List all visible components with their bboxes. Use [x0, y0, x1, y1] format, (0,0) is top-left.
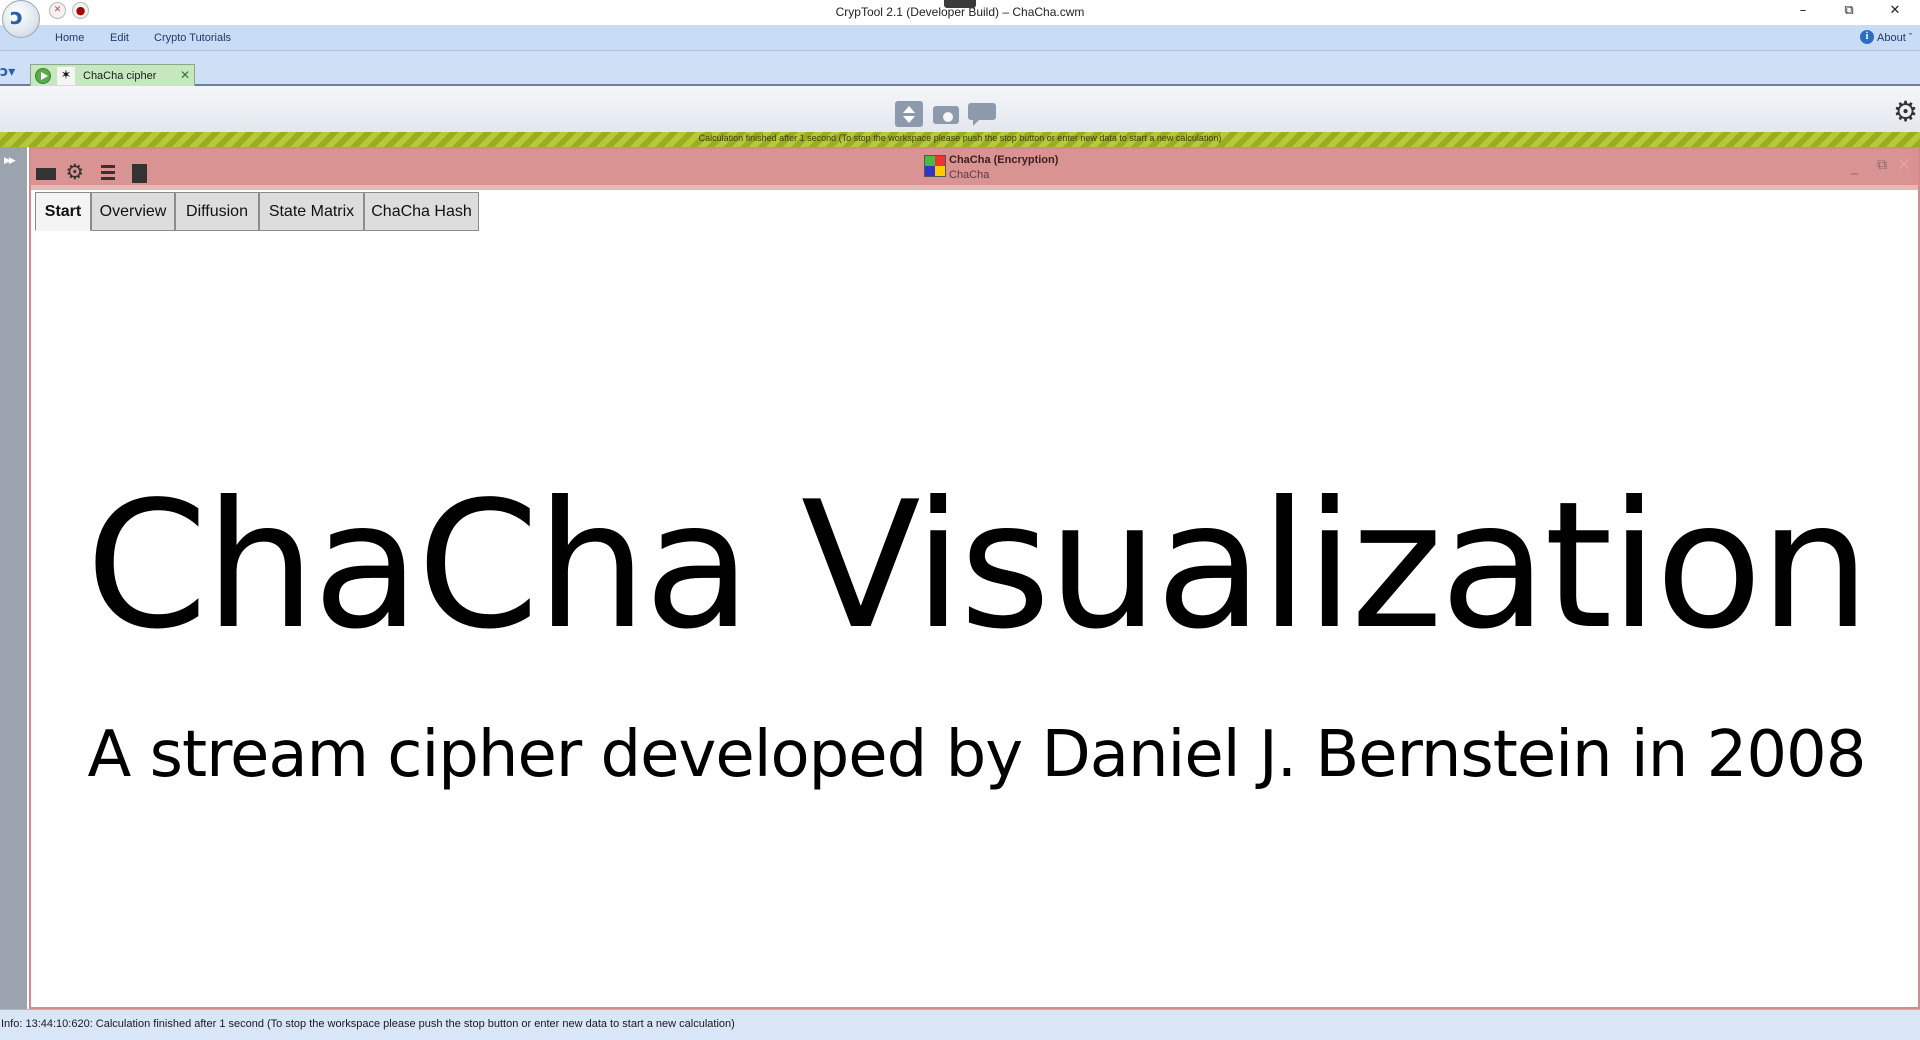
camera-icon[interactable] [932, 101, 960, 127]
title-bar: ✕ ● CrypTool 2.1 (Developer Build) – Cha… [0, 0, 1920, 25]
close-button[interactable]: ✕ [1872, 0, 1918, 24]
plugin-close-icon[interactable]: ✕ [1897, 155, 1911, 175]
plugin-minimize-icon[interactable]: _ [1851, 159, 1858, 175]
dancer-icon: ✶ [57, 67, 75, 85]
plugin-view-tools: ⚙ [34, 161, 152, 183]
tab-state-matrix[interactable]: State Matrix [259, 192, 364, 231]
tab-chacha-cipher[interactable]: ✶ ChaCha cipher ✕ [30, 64, 195, 88]
plugin-header: ⚙ ChaCha (Encryption) ChaCha _ ⧉ ✕ [31, 149, 1918, 188]
menu-about[interactable]: About ˇ [1877, 32, 1912, 44]
menu-home[interactable]: Home [55, 32, 84, 44]
cryptool-logo-icon: ↄ [10, 5, 24, 30]
fit-to-screen-icon[interactable] [895, 101, 923, 127]
plugin-restore-icon[interactable]: ⧉ [1877, 157, 1887, 173]
menu-bar: Home Edit Crypto Tutorials [0, 25, 1920, 51]
status-stripe-text: Calculation finished after 1 second (To … [698, 133, 1222, 143]
settings-gear-icon[interactable]: ⚙ [1893, 98, 1918, 126]
visualization-title: ChaCha Visualization [85, 465, 1871, 668]
tab-chacha-hash[interactable]: ChaCha Hash [364, 192, 479, 231]
status-bar: Info: 13:44:10:620: Calculation finished… [0, 1009, 1920, 1040]
log-icon[interactable] [96, 161, 120, 183]
tab-close-icon[interactable]: ✕ [180, 68, 190, 82]
info-icon[interactable]: i [1860, 30, 1874, 44]
clipboard-icon[interactable] [128, 161, 152, 183]
settings-icon[interactable]: ⚙ [65, 161, 88, 183]
plugin-window: ⚙ ChaCha (Encryption) ChaCha _ ⧉ ✕ Start… [29, 147, 1920, 1009]
restore-button[interactable]: ⧉ [1826, 0, 1872, 24]
chacha-plugin-icon [924, 155, 946, 177]
tab-start[interactable]: Start [35, 192, 91, 231]
menu-crypto-tutorials[interactable]: Crypto Tutorials [154, 32, 231, 44]
status-stripe: Calculation finished after 1 second (To … [0, 132, 1920, 147]
play-icon[interactable] [35, 68, 51, 84]
presentation-icon[interactable] [34, 161, 57, 183]
header-divider [31, 185, 1918, 190]
app-logo-button[interactable]: ↄ [2, 0, 40, 38]
collapsed-side-panel [0, 147, 27, 1009]
cryptool-window: ✕ ● CrypTool 2.1 (Developer Build) – Cha… [0, 0, 1920, 1040]
menu-edit[interactable]: Edit [110, 32, 129, 44]
tab-diffusion[interactable]: Diffusion [175, 192, 259, 231]
document-tab-strip: ↄ▾ ✶ ChaCha cipher ✕ [0, 51, 1920, 88]
title-drag-handle[interactable] [944, 0, 976, 8]
expand-panel-icon[interactable]: ▶▶ [4, 156, 16, 166]
tab-menu-icon[interactable]: ↄ▾ [0, 64, 15, 80]
tab-overview[interactable]: Overview [91, 192, 175, 231]
comment-icon[interactable] [968, 101, 996, 127]
minimize-button[interactable]: – [1780, 0, 1826, 24]
tab-label: ChaCha cipher [83, 70, 157, 82]
status-message: Info: 13:44:10:620: Calculation finished… [1, 1018, 735, 1030]
visualization-subtitle: A stream cipher developed by Daniel J. B… [87, 718, 1867, 792]
workspace-toolbar [0, 86, 1920, 132]
plugin-title: ChaCha (Encryption) [949, 154, 1059, 166]
plugin-subtitle: ChaCha [949, 169, 990, 181]
